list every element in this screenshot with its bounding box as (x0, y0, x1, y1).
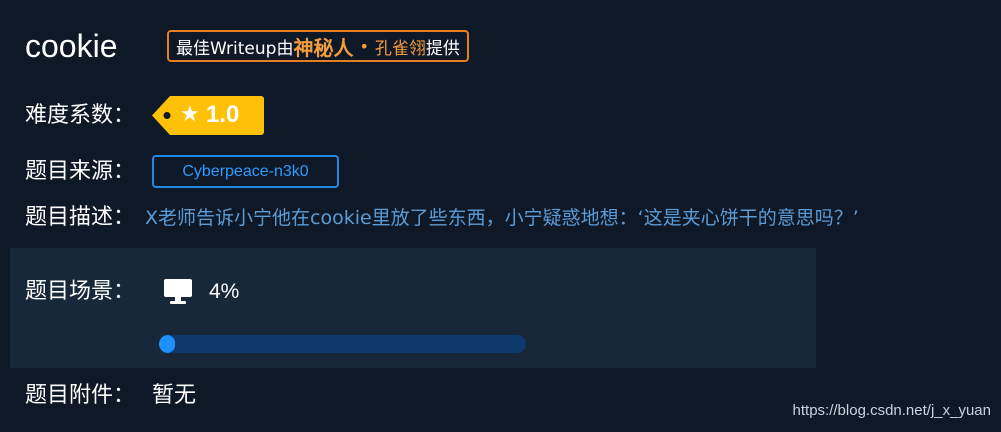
best-writeup-badge[interactable]: 最佳Writeup由 神秘人 • 孔雀翎 提供 (167, 30, 469, 62)
difficulty-tag: ★ 1.0 (152, 96, 264, 135)
writeup-suffix: 提供 (425, 38, 460, 59)
writeup-separator: • (359, 36, 369, 56)
scene-progress-bar (159, 335, 526, 353)
attachment-value: 暂无 (152, 383, 197, 408)
description-label: 题目描述： (25, 205, 136, 230)
monitor-icon[interactable] (163, 279, 193, 305)
writeup-prefix: 最佳Writeup由 (176, 38, 294, 59)
source-label: 题目来源： (25, 159, 136, 184)
difficulty-label: 难度系数： (25, 103, 136, 128)
star-icon: ★ (180, 102, 200, 127)
description-text: X老师告诉小宁他在cookie里放了些东西，小宁疑惑地想：‘这是夹心饼干的意思吗… (145, 207, 859, 229)
scene-progress-fill (159, 335, 175, 353)
scene-label: 题目场景： (25, 279, 136, 304)
source-badge[interactable]: Cyberpeace-n3k0 (152, 155, 339, 188)
writeup-author-title: 神秘人 (293, 35, 354, 60)
attachment-label: 题目附件： (25, 383, 136, 408)
writeup-author-name: 孔雀翎 (374, 38, 426, 59)
scene-percent: 4% (209, 280, 240, 303)
difficulty-value: 1.0 (206, 101, 240, 128)
watermark: https://blog.csdn.net/j_x_yuan (792, 402, 991, 419)
challenge-title: cookie (25, 28, 118, 64)
